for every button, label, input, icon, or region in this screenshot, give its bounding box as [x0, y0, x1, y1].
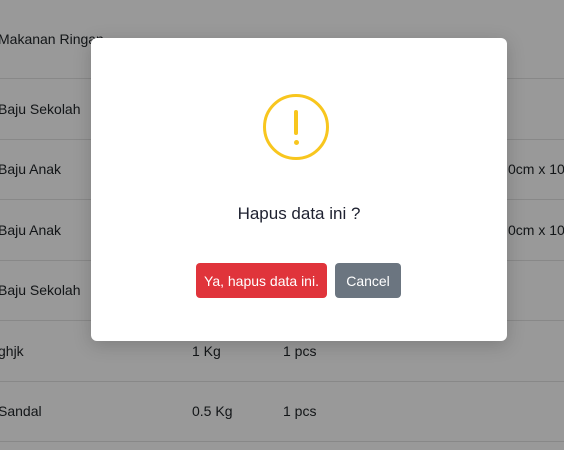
confirm-delete-dialog: Hapus data ini ? Ya, hapus data ini. Can…	[91, 38, 507, 341]
dialog-title: Hapus data ini ?	[237, 204, 361, 223]
confirm-delete-button[interactable]: Ya, hapus data ini.	[196, 263, 327, 298]
cancel-button[interactable]: Cancel	[335, 263, 401, 298]
warning-icon-dot	[293, 140, 299, 145]
page: Makanan Ringan Baju Sekolah Baju Anak 0c…	[0, 0, 564, 450]
warning-icon-bar	[294, 110, 298, 135]
warning-icon	[263, 94, 329, 160]
